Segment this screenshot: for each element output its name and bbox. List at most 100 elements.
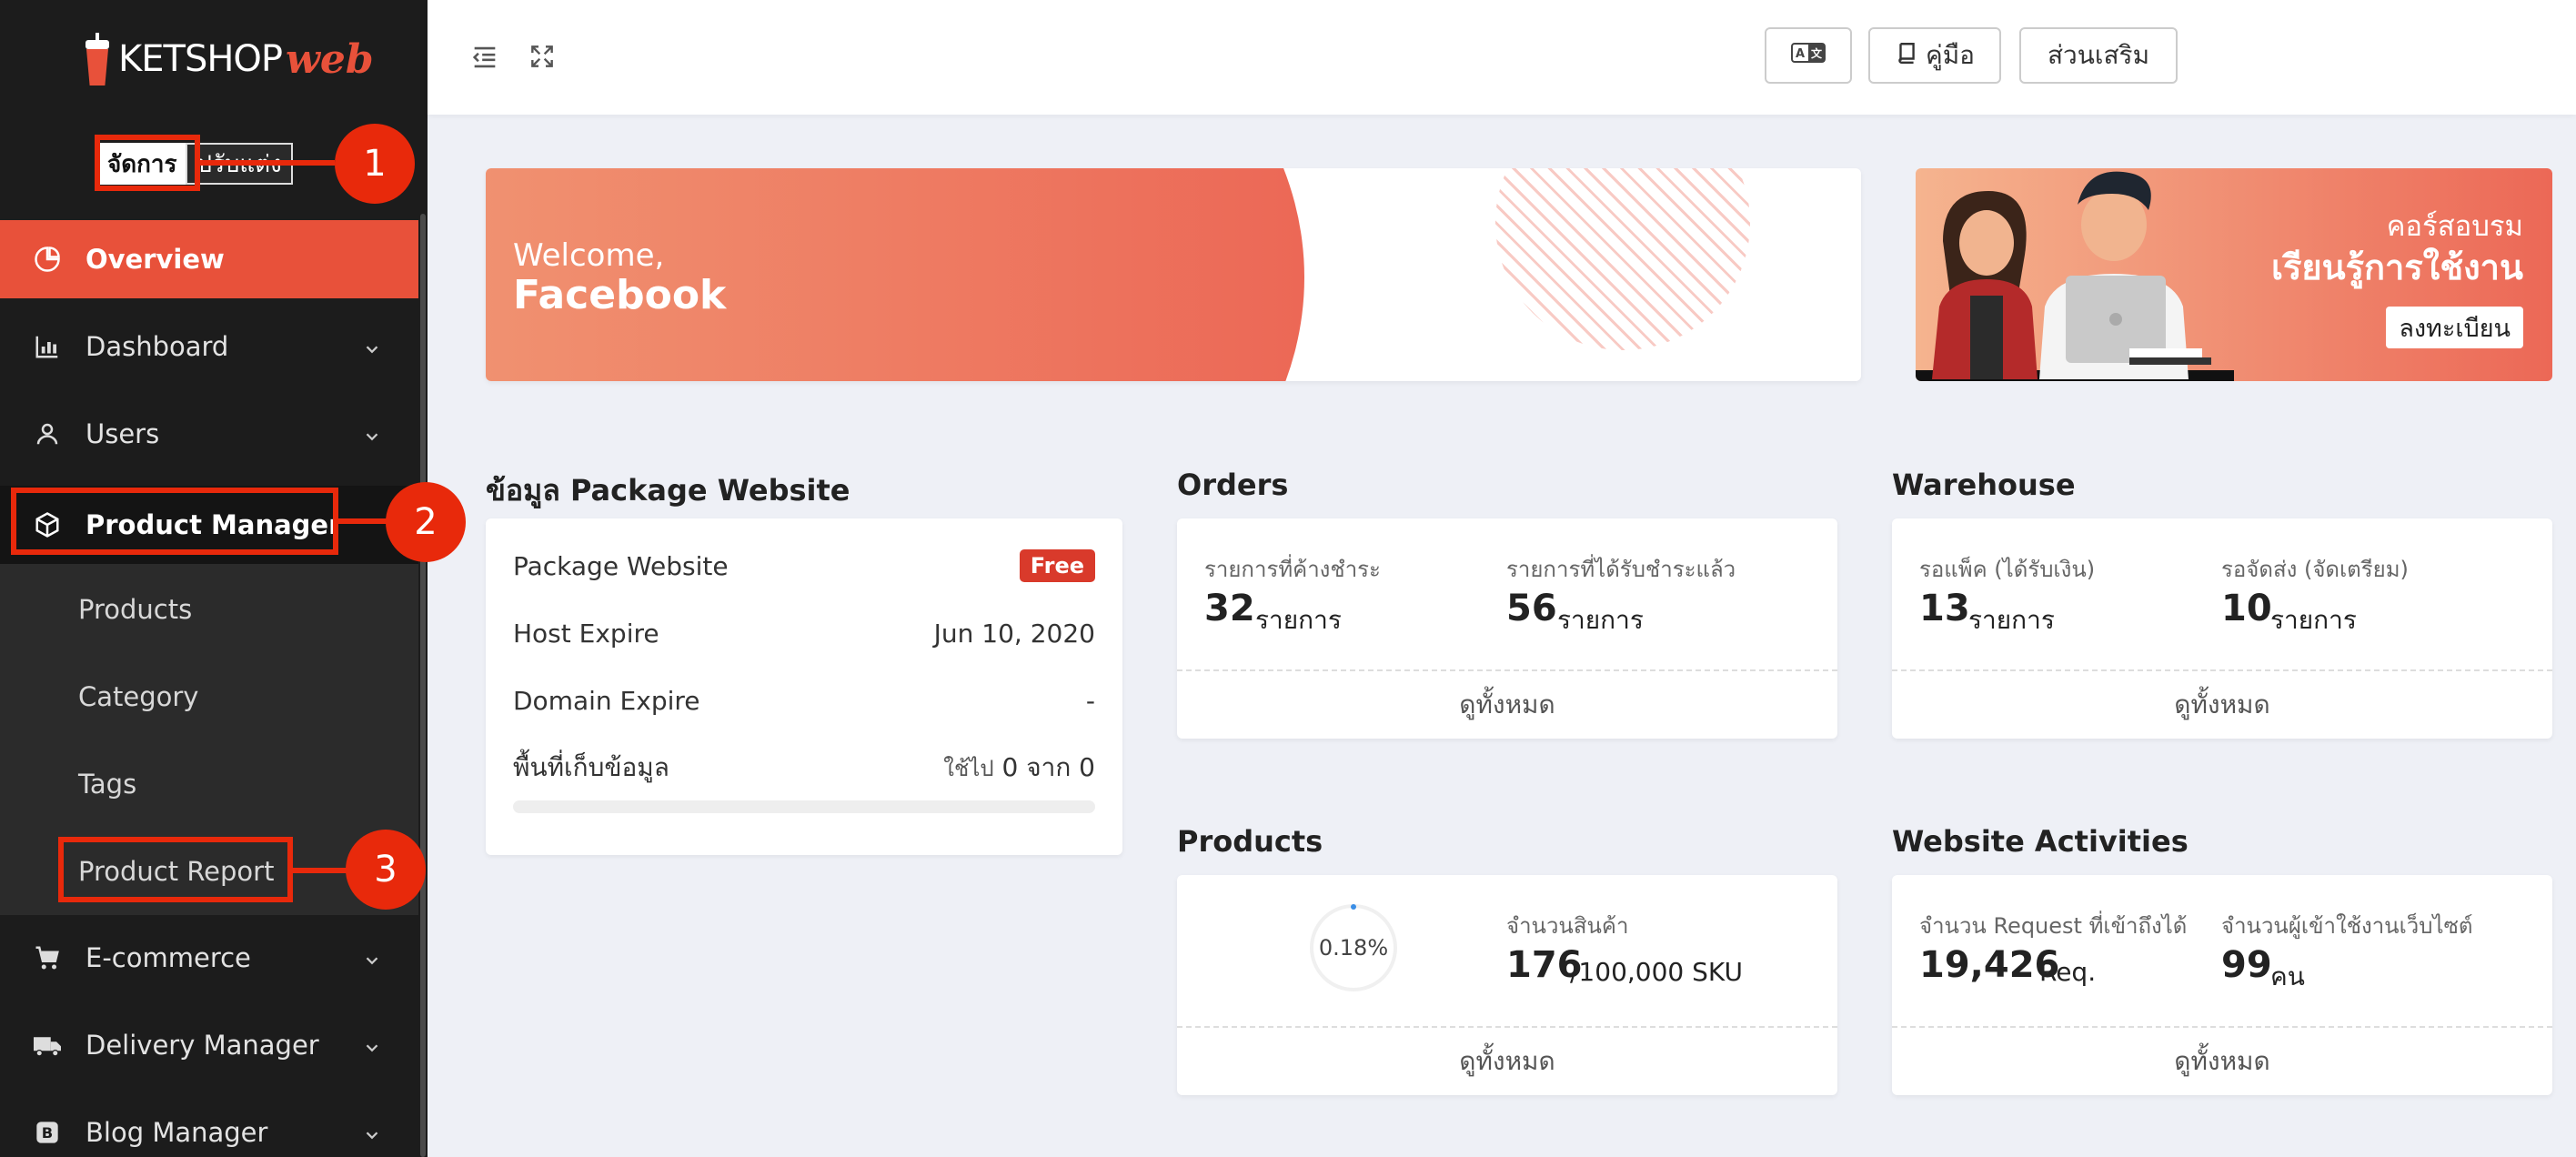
sidebar-item-overview[interactable]: Overview xyxy=(0,220,418,298)
addons-button[interactable]: ส่วนเสริม xyxy=(2019,27,2178,84)
chevron-down-icon xyxy=(362,422,382,453)
sidebar-item-label: Dashboard xyxy=(86,331,229,362)
callout-number-2: 2 xyxy=(386,482,466,562)
orders-pending-value: 32 xyxy=(1204,588,1255,629)
warehouse-pack-unit: รายการ xyxy=(1968,605,2055,635)
callout-box-2 xyxy=(11,488,338,555)
fullscreen-icon[interactable] xyxy=(528,42,557,75)
sidebar-subitem-tags[interactable]: Tags xyxy=(78,757,136,811)
products-view-all-link[interactable]: ดูทั้งหมด xyxy=(1177,1026,1837,1095)
callout-box-3 xyxy=(58,837,293,902)
activities-request-label: จำนวน Request ที่เข้าถึงได้ xyxy=(1919,913,2188,939)
callout-line-2 xyxy=(337,518,391,524)
warehouse-ship-value: 10 xyxy=(2221,588,2272,629)
cup-logo-icon xyxy=(84,33,111,86)
products-usage-percent: 0.18% xyxy=(1318,935,1389,961)
products-count-label: จำนวนสินค้า xyxy=(1506,913,1629,939)
orders-view-all-link[interactable]: ดูทั้งหมด xyxy=(1177,669,1837,739)
course-subtitle: เรียนรู้การใช้งาน xyxy=(2270,247,2523,287)
warehouse-section-title: Warehouse xyxy=(1892,468,2076,502)
sidebar-item-dashboard[interactable]: Dashboard xyxy=(0,307,418,386)
products-usage-ring: 0.18% xyxy=(1310,904,1397,991)
chevron-down-icon xyxy=(362,1121,382,1152)
bar-chart-icon xyxy=(31,330,64,363)
storage-progress-bar xyxy=(513,800,1095,813)
sidebar-item-delivery-manager[interactable]: Delivery Manager xyxy=(0,1006,418,1084)
products-card: 0.18% จำนวนสินค้า 176 /100,000 SKU ดูทั้… xyxy=(1177,875,1837,1095)
domain-expire-label: Domain Expire xyxy=(513,685,700,716)
blog-icon: B xyxy=(31,1116,64,1149)
orders-section-title: Orders xyxy=(1177,468,1289,502)
svg-text:A: A xyxy=(1796,47,1805,61)
sidebar-scrollbar[interactable] xyxy=(420,214,426,1157)
topbar: A文 คู่มือ ส่วนเสริม xyxy=(428,0,2576,115)
storage-row: พื้นที่เก็บข้อมูล ใช้ไป 0 จาก 0 xyxy=(513,748,1095,788)
callout-line-3 xyxy=(291,868,347,873)
callout-number-3: 3 xyxy=(346,830,426,910)
svg-text:文: 文 xyxy=(1811,46,1823,60)
sidebar-item-label: Users xyxy=(86,418,160,449)
activities-view-all-link[interactable]: ดูทั้งหมด xyxy=(1892,1026,2552,1095)
host-expire-value: Jun 10, 2020 xyxy=(933,618,1095,649)
package-section-title: ข้อมูล Package Website xyxy=(486,473,850,508)
brand-accent: web xyxy=(286,35,374,83)
orders-card: รายการที่ค้างชำระ 32 รายการ รายการที่ได้… xyxy=(1177,518,1837,739)
cart-icon xyxy=(31,941,64,974)
guide-button[interactable]: คู่มือ xyxy=(1868,27,2001,84)
package-card: Package Website Free Host Expire Jun 10,… xyxy=(486,518,1122,855)
truck-icon xyxy=(31,1029,64,1061)
sidebar-item-users[interactable]: Users xyxy=(0,395,418,473)
warehouse-card: รอแพ็ค (ได้รับเงิน) 13 รายการ รอจัดส่ง (… xyxy=(1892,518,2552,739)
callout-line-1 xyxy=(198,160,335,166)
welcome-greeting: Welcome, xyxy=(513,237,665,274)
warehouse-view-all-link[interactable]: ดูทั้งหมด xyxy=(1892,669,2552,739)
sidebar-item-label: Overview xyxy=(86,244,225,275)
book-icon xyxy=(1895,41,1918,71)
language-button[interactable]: A文 xyxy=(1765,27,1852,84)
products-section-title: Products xyxy=(1177,824,1323,859)
sidebar-item-blog-manager[interactable]: B Blog Manager xyxy=(0,1093,418,1157)
chevron-down-icon xyxy=(362,946,382,977)
storage-used-value: 0 จาก 0 xyxy=(1001,752,1095,782)
user-icon xyxy=(31,418,64,450)
welcome-banner: Welcome, Facebook xyxy=(486,168,1861,381)
chevron-down-icon xyxy=(362,1033,382,1064)
sidebar-subitem-products[interactable]: Products xyxy=(78,582,192,637)
status-badge: Free xyxy=(1019,549,1095,582)
orders-pending-label: รายการที่ค้างชำระ xyxy=(1204,557,1381,582)
welcome-username: Facebook xyxy=(513,272,727,318)
collapse-menu-icon[interactable] xyxy=(469,42,500,76)
orders-pending-unit: รายการ xyxy=(1255,605,1342,635)
course-banner[interactable]: คอร์สอบรม เรียนรู้การใช้งาน ลงทะเบียน xyxy=(1916,168,2552,381)
register-button[interactable]: ลงทะเบียน xyxy=(2386,307,2523,348)
translate-icon: A文 xyxy=(1791,41,1826,71)
domain-expire-row: Domain Expire - xyxy=(513,680,1095,720)
warehouse-pack-value: 13 xyxy=(1919,588,1970,629)
host-expire-label: Host Expire xyxy=(513,618,659,649)
logo[interactable]: KETSHOP web xyxy=(84,27,374,91)
activities-section-title: Website Activities xyxy=(1892,824,2189,859)
products-usage-indicator xyxy=(1351,904,1356,910)
package-row: Package Website Free xyxy=(513,546,1095,586)
warehouse-ship-label: รอจัดส่ง (จัดเตรียม) xyxy=(2221,557,2409,582)
decorative-hatch xyxy=(1495,168,1750,350)
host-expire-row: Host Expire Jun 10, 2020 xyxy=(513,613,1095,653)
sidebar-subitem-category[interactable]: Category xyxy=(78,669,198,724)
warehouse-ship-unit: รายการ xyxy=(2270,605,2357,635)
orders-paid-unit: รายการ xyxy=(1557,605,1644,635)
warehouse-pack-label: รอแพ็ค (ได้รับเงิน) xyxy=(1919,557,2096,582)
sidebar-item-ecommerce[interactable]: E-commerce xyxy=(0,919,418,997)
chevron-down-icon xyxy=(362,335,382,366)
domain-expire-value: - xyxy=(1085,685,1095,716)
callout-box-1 xyxy=(95,135,200,191)
orders-paid-label: รายการที่ได้รับชำระแล้ว xyxy=(1506,557,1736,582)
svg-text:B: B xyxy=(42,1124,53,1142)
brand-name: KETSHOP xyxy=(118,38,283,80)
activities-users-value: 99 xyxy=(2221,944,2272,986)
orders-paid-value: 56 xyxy=(1506,588,1557,629)
sidebar-item-label: E-commerce xyxy=(86,942,251,973)
storage-used-prefix: ใช้ไป xyxy=(943,756,994,781)
sidebar-item-label: Blog Manager xyxy=(86,1117,268,1148)
storage-label: พื้นที่เก็บข้อมูล xyxy=(513,752,669,782)
activities-card: จำนวน Request ที่เข้าถึงได้ 19,426 Req. … xyxy=(1892,875,2552,1095)
